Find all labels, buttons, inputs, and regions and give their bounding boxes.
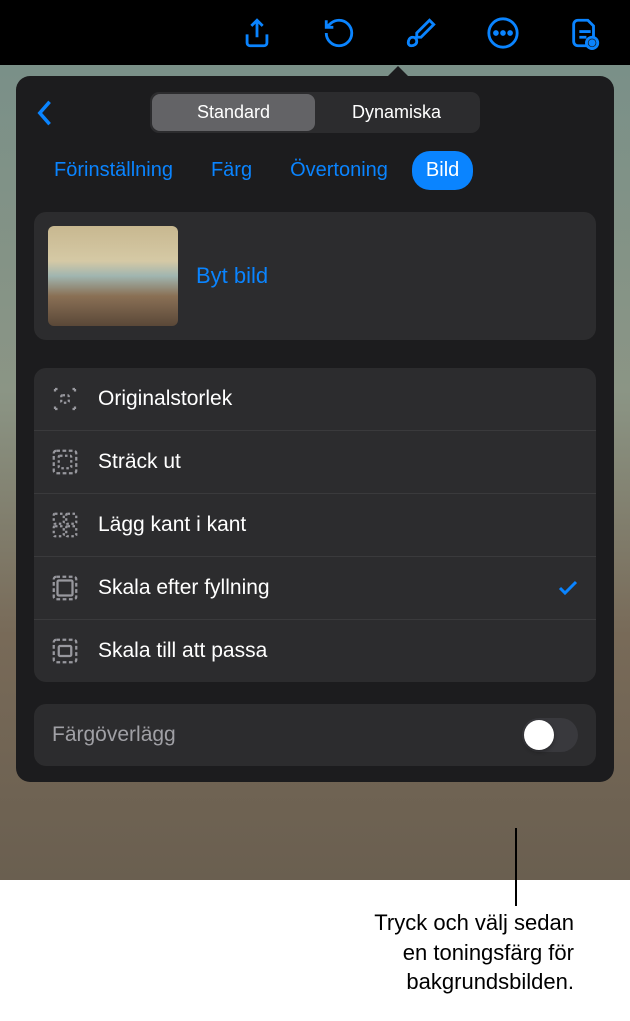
share-icon[interactable] [240,16,274,50]
scale-option-stretch[interactable]: Sträck ut [34,431,596,494]
tab-color[interactable]: Färg [197,151,266,190]
scale-option-tile[interactable]: Lägg kant i kant [34,494,596,557]
tab-row: Förinställning Färg Övertoning Bild [16,151,614,190]
scale-original-icon [50,384,80,414]
undo-icon[interactable] [322,16,356,50]
tab-image[interactable]: Bild [412,151,473,190]
scale-label: Skala till att passa [98,639,580,663]
image-thumbnail [48,226,178,326]
scale-label: Sträck ut [98,450,580,474]
more-icon[interactable] [486,16,520,50]
segment-standard[interactable]: Standard [152,94,315,131]
document-icon[interactable] [568,16,602,50]
scale-option-fit[interactable]: Skala till att passa [34,620,596,682]
segment-dynamic[interactable]: Dynamiska [315,94,478,131]
scale-option-fill[interactable]: Skala efter fyllning [34,557,596,620]
top-toolbar [0,0,630,65]
callout-line [515,828,517,906]
scale-option-original[interactable]: Originalstorlek [34,368,596,431]
callout-text: Tryck och välj sedan en toningsfärg för … [374,908,574,997]
color-overlay-label: Färgöverlägg [52,723,176,747]
segmented-control: Standard Dynamiska [150,92,480,133]
back-chevron-icon[interactable] [34,99,54,127]
toggle-knob [524,720,554,750]
popover-header: Standard Dynamiska [16,92,614,133]
change-image-row[interactable]: Byt bild [34,212,596,340]
color-overlay-row: Färgöverlägg [34,704,596,766]
scale-fit-icon [50,636,80,666]
checkmark-icon [556,576,580,600]
scale-fill-icon [50,573,80,603]
scale-label: Originalstorlek [98,387,580,411]
format-popover: Standard Dynamiska Förinställning Färg Ö… [16,76,614,782]
color-overlay-toggle[interactable] [522,718,578,752]
change-image-label: Byt bild [196,263,268,289]
scale-tile-icon [50,510,80,540]
scale-label: Skala efter fyllning [98,576,538,600]
scale-label: Lägg kant i kant [98,513,580,537]
brush-icon[interactable] [404,16,438,50]
tab-preset[interactable]: Förinställning [40,151,187,190]
tab-gradient[interactable]: Övertoning [276,151,402,190]
scale-options-list: Originalstorlek Sträck ut Lägg kant i ka… [34,368,596,682]
scale-stretch-icon [50,447,80,477]
